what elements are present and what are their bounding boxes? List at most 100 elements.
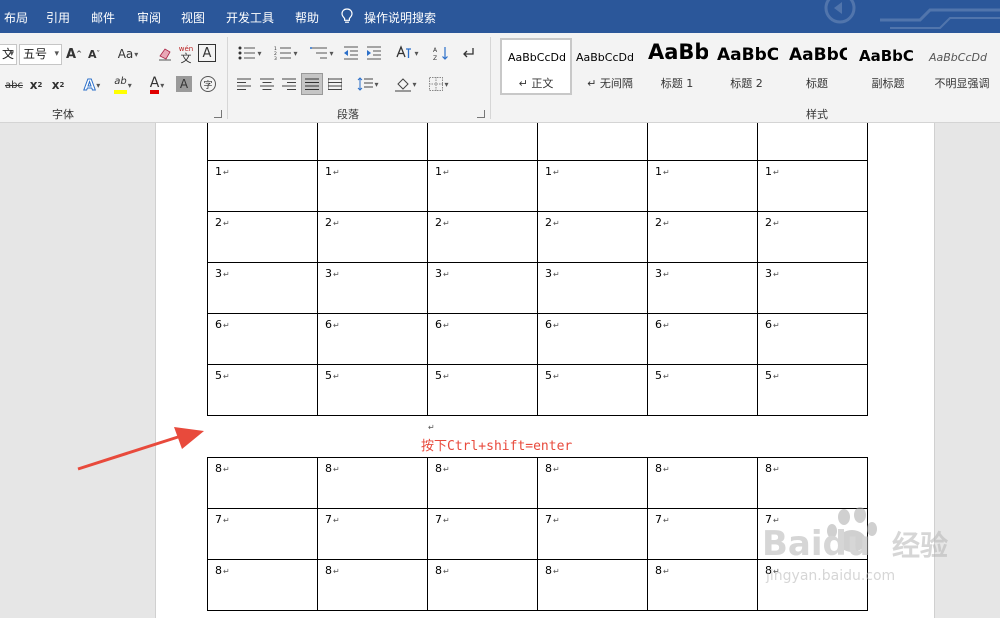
table-cell[interactable]: 6↵ — [207, 313, 318, 365]
table-cell[interactable] — [427, 123, 538, 161]
table-cell[interactable]: 8↵ — [207, 559, 318, 611]
table-cell[interactable]: 7↵ — [207, 508, 318, 560]
table-cell[interactable]: 5↵ — [647, 364, 758, 416]
justify-button[interactable] — [301, 73, 323, 95]
grow-font-button[interactable]: A ^ — [66, 44, 82, 64]
font-dialog-launcher[interactable] — [214, 110, 222, 118]
chevron-down-icon[interactable]: ▾ — [9, 45, 14, 64]
subscript-button[interactable]: x2 — [28, 75, 44, 95]
table-cell[interactable]: 5↵ — [537, 364, 648, 416]
table-cell[interactable]: 6↵ — [757, 313, 868, 365]
tab-references[interactable]: 引用 — [46, 9, 70, 26]
strikethrough-button[interactable]: abc — [3, 75, 25, 95]
decrease-indent-button[interactable] — [341, 43, 361, 63]
table-cell[interactable]: 8↵ — [317, 457, 428, 509]
shading-button[interactable]: ▾ — [391, 74, 421, 94]
style-no-spacing[interactable]: AaBbCcDd ↵ 无间隔 — [574, 38, 646, 95]
table-cell[interactable]: 2↵ — [207, 211, 318, 263]
style-heading-2[interactable]: AaBbC 标题 2 — [715, 38, 778, 95]
table-cell[interactable]: 6↵ — [647, 313, 758, 365]
table-cell[interactable]: 3↵ — [317, 262, 428, 314]
highlight-color-button[interactable]: ab ▾ — [108, 75, 138, 95]
font-color-button[interactable]: A ▾ — [143, 75, 171, 95]
table-cell[interactable]: 8↵ — [647, 457, 758, 509]
table-cell[interactable]: 6↵ — [317, 313, 428, 365]
table-cell[interactable]: 1↵ — [317, 160, 428, 212]
character-border-button[interactable]: A — [198, 44, 216, 62]
table-cell[interactable]: 8↵ — [757, 457, 868, 509]
tab-view[interactable]: 视图 — [181, 9, 205, 26]
borders-button[interactable]: ▾ — [424, 74, 454, 94]
table-cell[interactable]: 2↵ — [647, 211, 758, 263]
table-cell[interactable]: 1↵ — [427, 160, 538, 212]
table-cell[interactable]: 3↵ — [207, 262, 318, 314]
tell-me-search[interactable]: 操作说明搜索 — [364, 9, 436, 26]
superscript-button[interactable]: x2 — [50, 75, 66, 95]
table-cell[interactable]: 8↵ — [207, 457, 318, 509]
table-cell[interactable]: 1↵ — [647, 160, 758, 212]
table-cell[interactable]: 7↵ — [537, 508, 648, 560]
bullets-button[interactable]: ▾ — [234, 43, 266, 63]
line-spacing-button[interactable]: ▾ — [353, 74, 383, 94]
table-cell[interactable]: 6↵ — [427, 313, 538, 365]
tab-layout[interactable]: 布局 — [4, 9, 28, 26]
style-normal[interactable]: AaBbCcDd ↵ 正文 — [500, 38, 572, 95]
table-cell[interactable]: 6↵ — [537, 313, 648, 365]
multilevel-list-button[interactable]: ▾ — [306, 43, 338, 63]
table-cell[interactable] — [647, 123, 758, 161]
table-cell[interactable]: 2↵ — [537, 211, 648, 263]
asian-layout-button[interactable]: ▾ — [391, 43, 423, 63]
character-shading-button[interactable]: A — [176, 76, 192, 92]
table-cell[interactable]: 8↵ — [537, 457, 648, 509]
table-cell[interactable]: 3↵ — [647, 262, 758, 314]
show-marks-button[interactable] — [458, 43, 478, 63]
table-cell[interactable]: 5↵ — [757, 364, 868, 416]
table-cell[interactable]: 2↵ — [757, 211, 868, 263]
tab-help[interactable]: 帮助 — [295, 9, 319, 26]
table-cell[interactable]: 1↵ — [757, 160, 868, 212]
text-effects-button[interactable]: A ▾ — [79, 75, 105, 95]
numbering-button[interactable]: 123 ▾ — [270, 43, 302, 63]
table-cell[interactable]: 3↵ — [757, 262, 868, 314]
font-size-combo[interactable]: 五号 ▾ — [19, 44, 62, 65]
align-left-button[interactable] — [234, 74, 254, 94]
table-cell[interactable]: 7↵ — [317, 508, 428, 560]
shrink-font-button[interactable]: Aˇ — [86, 44, 102, 64]
style-heading-1[interactable]: AaBb 标题 1 — [646, 38, 708, 95]
enclose-characters-button[interactable]: 字 — [200, 76, 216, 92]
table-cell[interactable]: 7↵ — [427, 508, 538, 560]
table-cell[interactable] — [317, 123, 428, 161]
table-cell[interactable] — [537, 123, 648, 161]
change-case-button[interactable]: Aa ▾ — [114, 44, 142, 64]
clear-formatting-button[interactable] — [155, 44, 175, 64]
phonetic-guide-button[interactable]: wén 文 — [177, 42, 195, 66]
table-cell[interactable]: 5↵ — [317, 364, 428, 416]
table-cell[interactable]: 1↵ — [207, 160, 318, 212]
paragraph-dialog-launcher[interactable] — [477, 110, 485, 118]
table-cell[interactable]: 8↵ — [537, 559, 648, 611]
table-cell[interactable]: 8↵ — [647, 559, 758, 611]
table-cell[interactable]: 3↵ — [537, 262, 648, 314]
sort-button[interactable]: AZ — [431, 43, 451, 63]
table-cell[interactable]: 5↵ — [427, 364, 538, 416]
table-cell[interactable]: 8↵ — [427, 457, 538, 509]
style-subtitle[interactable]: AaBbC 副标题 — [857, 38, 919, 95]
table-cell[interactable]: 8↵ — [317, 559, 428, 611]
align-right-button[interactable] — [279, 74, 299, 94]
table-cell[interactable] — [207, 123, 318, 161]
style-subtle-emphasis[interactable]: AaBbCcDd 不明显强调 — [927, 38, 997, 95]
table-cell[interactable]: 2↵ — [317, 211, 428, 263]
increase-indent-button[interactable] — [364, 43, 384, 63]
tab-mailings[interactable]: 邮件 — [91, 9, 115, 26]
style-title[interactable]: AaBbC 标题 — [787, 38, 847, 95]
table-cell[interactable]: 8↵ — [427, 559, 538, 611]
distributed-button[interactable] — [325, 74, 345, 94]
chevron-down-icon[interactable]: ▾ — [54, 45, 59, 64]
tab-review[interactable]: 审阅 — [137, 9, 161, 26]
table-cell[interactable]: 3↵ — [427, 262, 538, 314]
table-cell[interactable]: 5↵ — [207, 364, 318, 416]
table-cell[interactable]: 1↵ — [537, 160, 648, 212]
align-center-button[interactable] — [257, 74, 277, 94]
font-name-combo[interactable]: 文 ▾ — [0, 44, 17, 65]
tab-developer[interactable]: 开发工具 — [226, 9, 274, 26]
